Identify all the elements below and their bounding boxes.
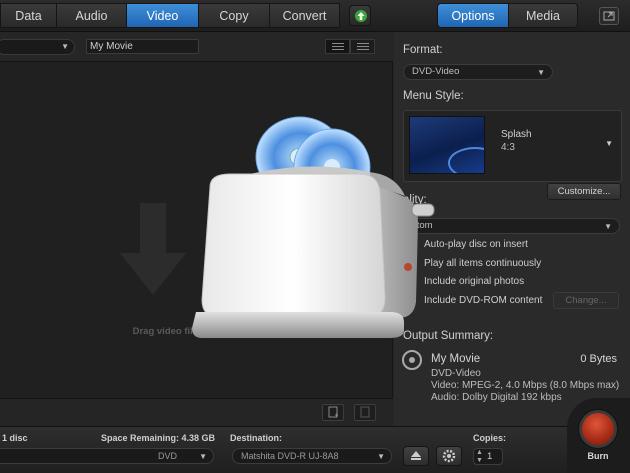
add-page-icon: [328, 406, 338, 418]
space-remaining: Space Remaining: 4.38 GB: [101, 433, 216, 443]
eject-button[interactable]: [403, 446, 429, 466]
format-label: Format:: [403, 44, 443, 56]
format-select[interactable]: DVD-Video ▼: [403, 64, 553, 80]
content-footer: [0, 398, 393, 426]
disc-title-field[interactable]: My Movie: [86, 39, 199, 54]
chevron-down-icon: ▼: [604, 222, 612, 231]
chevron-down-icon: ▼: [605, 139, 613, 148]
tab-video[interactable]: Video: [127, 3, 199, 28]
settings-button[interactable]: [436, 446, 462, 466]
disc-layer-select[interactable]: ▼: [0, 39, 75, 55]
page-icon: [360, 406, 370, 418]
add-files-button[interactable]: [349, 5, 371, 26]
destination-select[interactable]: Matshita DVD-R UJ-8A8 ▼: [232, 448, 392, 464]
add-item-button[interactable]: [322, 404, 344, 421]
share-icon: [603, 11, 615, 21]
list-view-button[interactable]: [325, 39, 350, 54]
top-toolbar: Data Audio Video Copy Convert Options Me…: [0, 0, 630, 32]
eject-icon: [411, 451, 421, 460]
summary-size: 0 Bytes: [580, 353, 617, 365]
summary-audio: Audio: Dolby Digital 192 kbps: [431, 392, 562, 403]
menu-style-label: Menu Style:: [403, 90, 464, 102]
list-icon: [331, 43, 344, 44]
tab-copy[interactable]: Copy: [199, 3, 270, 28]
tab-data[interactable]: Data: [0, 3, 57, 28]
drop-arrow-icon: [120, 203, 186, 295]
bottom-bar: 1 disc Space Remaining: 4.38 GB DVD ▼ De…: [0, 426, 630, 473]
destination-value: Matshita DVD-R UJ-8A8: [241, 451, 339, 461]
disc-count: 1 disc: [2, 433, 28, 443]
gear-icon: [442, 449, 456, 463]
burn-button[interactable]: [579, 410, 617, 448]
chevron-down-icon: ▼: [199, 452, 207, 461]
change-button[interactable]: Change...: [553, 292, 619, 309]
chevron-down-icon: ▼: [537, 68, 545, 77]
toast-app-icon: [192, 116, 435, 338]
view-toggle: [325, 39, 375, 54]
disc-type-value: DVD: [158, 451, 178, 461]
chevron-down-icon: ▼: [61, 42, 69, 51]
dvd-rom-label: Include DVD-ROM content: [424, 295, 543, 306]
inspector-tabs: Options Media: [437, 3, 578, 28]
copies-stepper[interactable]: ▲ ▼ 1: [473, 448, 503, 465]
customize-button[interactable]: Customize...: [547, 183, 621, 200]
tab-media[interactable]: Media: [509, 3, 578, 28]
destination-label: Destination:: [230, 433, 283, 443]
lines-icon: [356, 43, 369, 44]
project-type-tabs: Data Audio Video Copy Convert: [0, 3, 340, 28]
disc-icon: [402, 350, 422, 370]
tab-convert[interactable]: Convert: [270, 3, 340, 28]
disc-type-select[interactable]: DVD ▼: [0, 448, 214, 464]
content-subbar: ▼ My Movie: [0, 32, 393, 62]
burn-label: Burn: [587, 451, 609, 461]
arrow-up-icon: [355, 10, 367, 22]
share-button[interactable]: [599, 7, 619, 25]
tab-audio[interactable]: Audio: [57, 3, 127, 28]
summary-video: Video: MPEG-2, 4.0 Mbps (8.0 Mbps max): [431, 380, 620, 391]
compact-view-button[interactable]: [350, 39, 375, 54]
stepper-arrows-icon[interactable]: ▲ ▼: [476, 449, 483, 465]
menu-style-ratio: 4:3: [501, 142, 515, 153]
chevron-down-icon: ▼: [377, 452, 385, 461]
remove-item-button[interactable]: [354, 404, 376, 421]
copies-label: Copies:: [473, 433, 507, 443]
play-all-label: Play all items continuously: [424, 258, 542, 269]
tab-options[interactable]: Options: [437, 3, 509, 28]
summary-title: My Movie: [431, 353, 481, 365]
copies-value: 1: [487, 451, 493, 462]
menu-style-name: Splash: [501, 129, 532, 140]
summary-format: DVD-Video: [431, 368, 481, 379]
format-value: DVD-Video: [412, 66, 460, 77]
